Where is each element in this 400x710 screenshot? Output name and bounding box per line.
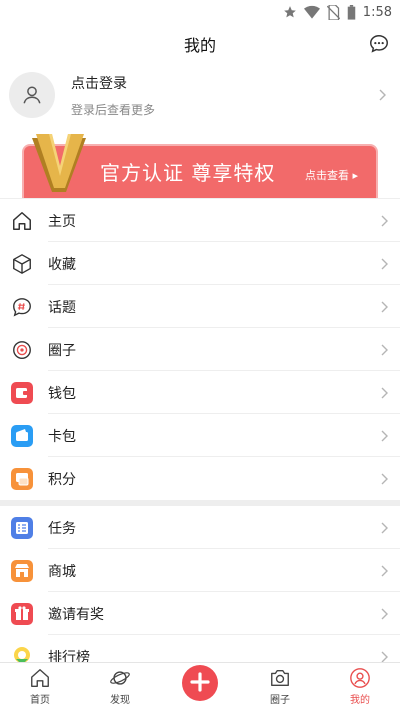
tab-circles[interactable]: 圈子 (240, 663, 320, 710)
user-icon (23, 86, 41, 104)
menu-item-favorites[interactable]: 收藏 (0, 242, 400, 285)
menu-item-label: 任务 (48, 520, 76, 537)
menu-item-points[interactable]: 积分 (0, 457, 400, 500)
profile-icon (350, 668, 370, 688)
menu-item-shop[interactable]: 商城 (0, 549, 400, 592)
chevron-right-icon (381, 565, 388, 576)
tab-me[interactable]: 我的 (320, 663, 400, 710)
menu-list: 主页 收藏 话题 圈子 钱包 卡包 积分 任务 商城 邀请有奖 排行榜 (0, 198, 400, 678)
menu-item-topics[interactable]: 话题 (0, 285, 400, 328)
wallet-icon (10, 381, 34, 405)
status-bar: 1:58 (0, 0, 400, 24)
vip-banner-text: 官方认证 尊享特权 (100, 161, 276, 185)
login-card[interactable]: 点击登录 登录后查看更多 (0, 64, 400, 126)
menu-item-label: 主页 (48, 213, 76, 230)
login-title: 点击登录 (71, 75, 127, 92)
points-icon (10, 467, 34, 491)
vip-banner[interactable]: 官方认证 尊享特权 点击查看 ▸ (0, 132, 400, 198)
bottom-tab-bar: 首页 发现 圈子 我的 (0, 662, 400, 710)
menu-item-label: 卡包 (48, 428, 76, 445)
star-icon (283, 6, 296, 18)
chevron-right-icon (381, 344, 388, 355)
vip-banner-link[interactable]: 点击查看 ▸ (305, 167, 358, 183)
menu-item-label: 钱包 (48, 385, 76, 402)
title-bar: 我的 (0, 24, 400, 64)
menu-item-label: 商城 (48, 563, 76, 580)
publish-button[interactable] (182, 665, 218, 701)
menu-item-tasks[interactable]: 任务 (0, 506, 400, 549)
no-sim-icon (326, 4, 340, 20)
chevron-right-icon (381, 430, 388, 441)
menu-item-card-wallet[interactable]: 卡包 (0, 414, 400, 457)
login-subtitle: 登录后查看更多 (71, 102, 156, 117)
menu-item-label: 收藏 (48, 256, 76, 273)
plus-icon (190, 672, 210, 692)
menu-item-label: 话题 (48, 299, 76, 316)
chevron-right-icon (381, 473, 388, 484)
box-icon (10, 252, 34, 276)
chevron-right-icon (381, 215, 388, 226)
home-icon (10, 209, 34, 233)
shop-icon (10, 559, 34, 583)
tab-label: 圈子 (270, 695, 290, 706)
planet-icon (110, 671, 130, 685)
v-badge-icon (32, 134, 86, 192)
menu-item-circles[interactable]: 圈子 (0, 328, 400, 371)
menu-item-label: 圈子 (48, 342, 76, 359)
menu-item-label: 积分 (48, 471, 76, 488)
task-icon (10, 516, 34, 540)
gift-icon (10, 602, 34, 626)
card-icon (10, 424, 34, 448)
menu-item-wallet[interactable]: 钱包 (0, 371, 400, 414)
chevron-right-icon (379, 89, 386, 101)
avatar (9, 72, 55, 118)
tab-label: 首页 (30, 695, 50, 706)
menu-item-home[interactable]: 主页 (0, 199, 400, 242)
page-title: 我的 (183, 36, 216, 55)
status-time: 1:58 (362, 4, 392, 20)
tab-discover[interactable]: 发现 (80, 663, 160, 710)
tab-label: 发现 (110, 695, 130, 706)
tab-home[interactable]: 首页 (0, 663, 80, 710)
tab-publish[interactable] (160, 663, 240, 710)
menu-item-label: 邀请有奖 (48, 606, 104, 623)
battery-icon (347, 4, 356, 20)
chat-bubble-icon (370, 35, 388, 53)
chevron-right-icon (381, 522, 388, 533)
chevron-right-icon (381, 608, 388, 619)
chevron-right-icon (381, 258, 388, 269)
wifi-icon (303, 5, 320, 19)
menu-item-invite[interactable]: 邀请有奖 (0, 592, 400, 635)
home-icon (31, 669, 49, 687)
circle-icon (10, 338, 34, 362)
chevron-right-icon (381, 301, 388, 312)
message-button[interactable] (366, 31, 392, 57)
camera-icon (271, 669, 289, 687)
tab-label: 我的 (350, 695, 370, 706)
hashtag-icon (10, 295, 34, 319)
chevron-right-icon (381, 387, 388, 398)
